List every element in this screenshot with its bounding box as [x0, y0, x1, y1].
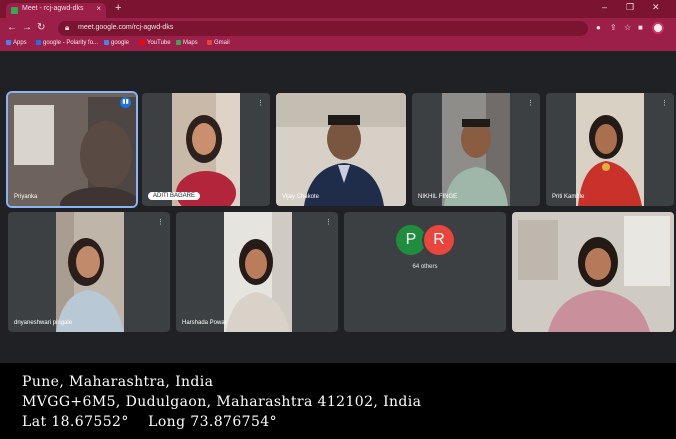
google-favicon-icon — [104, 40, 109, 45]
video-scene — [512, 212, 674, 332]
video-feed — [276, 93, 406, 206]
participant-tile-priyanka[interactable]: ▮▮ Priyanka — [8, 93, 136, 206]
video-feed — [8, 93, 136, 206]
extension-icon[interactable]: ■ — [638, 23, 643, 32]
others-count: 64 others — [412, 264, 438, 270]
bookmark-gmail[interactable]: Gmail — [207, 40, 230, 46]
mic-off-icon: ⋮ — [257, 100, 264, 107]
video-scene — [442, 93, 510, 206]
participant-tile-vijay-chakote[interactable]: Vijay Chakote — [276, 93, 406, 206]
video-scene — [276, 93, 406, 206]
participant-tile-dnyaneshwari-pingale[interactable]: ⋮ dnyaneshwari pingale — [8, 212, 170, 332]
restore-button[interactable]: ❐ — [626, 2, 634, 13]
video-scene — [576, 93, 644, 206]
bookmark-google-polarity[interactable]: google - Polarity fo... — [36, 40, 98, 46]
mic-off-icon: ⋮ — [325, 219, 332, 226]
bookmark-star-icon[interactable]: ☆ — [624, 23, 631, 32]
video-feed — [512, 212, 674, 332]
avatar: R — [424, 225, 454, 255]
navigation-bar: ← → ↻ 🔒︎ meet.google.com/rcj-agwd-dks ● … — [0, 18, 676, 39]
participant-name: Priti Kamble — [552, 194, 585, 200]
participant-name: dnyaneshwari pingale — [14, 320, 73, 326]
tab-title: Meet - rcj-agwd-dks — [22, 5, 84, 12]
tab-meet[interactable]: Meet - rcj-agwd-dks × — [6, 3, 106, 18]
new-tab-button[interactable]: + — [115, 2, 121, 14]
participant-name: NIKHIL FINGE — [418, 194, 458, 200]
video-feed — [224, 212, 292, 332]
geotag-overlay: Pune, Maharashtra, India MVGG+6M5, Dudul… — [0, 363, 676, 439]
meet-favicon-icon — [11, 7, 18, 14]
back-arrow-icon[interactable]: ← — [7, 22, 17, 33]
bookmark-google[interactable]: google — [104, 40, 129, 46]
lock-icon: 🔒︎ — [65, 23, 70, 32]
video-feed — [172, 93, 240, 206]
url-text: meet.google.com/rcj-agwd-dks — [78, 24, 174, 31]
video-scene — [56, 212, 124, 332]
tab-close-icon[interactable]: × — [96, 4, 101, 13]
participant-name: ADITI BAGARE — [148, 192, 201, 200]
tab-strip: Meet - rcj-agwd-dks × + – ❐ ✕ — [0, 0, 676, 18]
video-scene — [172, 93, 240, 206]
minimize-button[interactable]: – — [602, 2, 607, 12]
apps-grid-icon — [6, 40, 11, 45]
browser-window: Meet - rcj-agwd-dks × + – ❐ ✕ ← → ↻ 🔒︎ m… — [0, 0, 676, 363]
gmail-icon — [207, 40, 212, 45]
camera-indicator-icon[interactable]: ● — [596, 23, 601, 32]
participant-name: Harshada Powar — [182, 320, 227, 326]
mic-off-icon: ⋮ — [661, 100, 668, 107]
bookmark-apps[interactable]: Apps — [6, 40, 27, 46]
avatar: P — [396, 225, 426, 255]
share-icon[interactable]: ⇪ — [610, 23, 617, 32]
others-tile[interactable]: P R 64 others — [344, 212, 506, 332]
geotag-address: MVGG+6M5, Dudulgaon, Maharashtra 412102,… — [22, 394, 422, 410]
bookmark-youtube[interactable]: YouTube — [140, 40, 171, 46]
close-window-button[interactable]: ✕ — [652, 2, 660, 13]
address-bar[interactable]: 🔒︎ meet.google.com/rcj-agwd-dks — [58, 21, 588, 36]
bookmark-maps[interactable]: Maps — [176, 40, 198, 46]
geotag-location: Pune, Maharashtra, India — [22, 374, 214, 390]
youtube-icon — [140, 40, 145, 45]
video-feed — [576, 93, 644, 206]
video-scene — [8, 93, 136, 206]
geotag-coordinates: Lat 18.67552° Long 73.876754° — [22, 414, 277, 430]
maps-icon — [176, 40, 181, 45]
google-favicon-icon — [36, 40, 41, 45]
participant-tile-priti-kamble[interactable]: ⋮ Priti Kamble — [546, 93, 674, 206]
participant-name: Priyanka — [14, 194, 38, 200]
profile-avatar-icon[interactable] — [652, 22, 664, 34]
video-scene — [224, 212, 292, 332]
participant-tile-nikhil-finge[interactable]: ⋮ NIKHIL FINGE — [412, 93, 540, 206]
mic-off-icon: ⋮ — [527, 100, 534, 107]
mic-off-icon: ⋮ — [157, 219, 164, 226]
bookmarks-bar: Apps google - Polarity fo... google YouT… — [0, 39, 676, 51]
participant-tile[interactable]: ⋮ — [512, 212, 674, 332]
participant-tile-harshada-powar[interactable]: ⋮ Harshada Powar — [176, 212, 338, 332]
reload-icon[interactable]: ↻ — [37, 22, 45, 33]
speaking-indicator-icon: ▮▮ — [120, 97, 131, 108]
participant-name: Vijay Chakote — [282, 194, 319, 200]
participant-tile-aditi-bagare[interactable]: ⋮ ADITI BAGARE — [142, 93, 270, 206]
video-feed — [442, 93, 510, 206]
forward-arrow-icon[interactable]: → — [22, 22, 32, 33]
video-feed — [56, 212, 124, 332]
mic-off-icon: ⋮ — [661, 219, 668, 226]
